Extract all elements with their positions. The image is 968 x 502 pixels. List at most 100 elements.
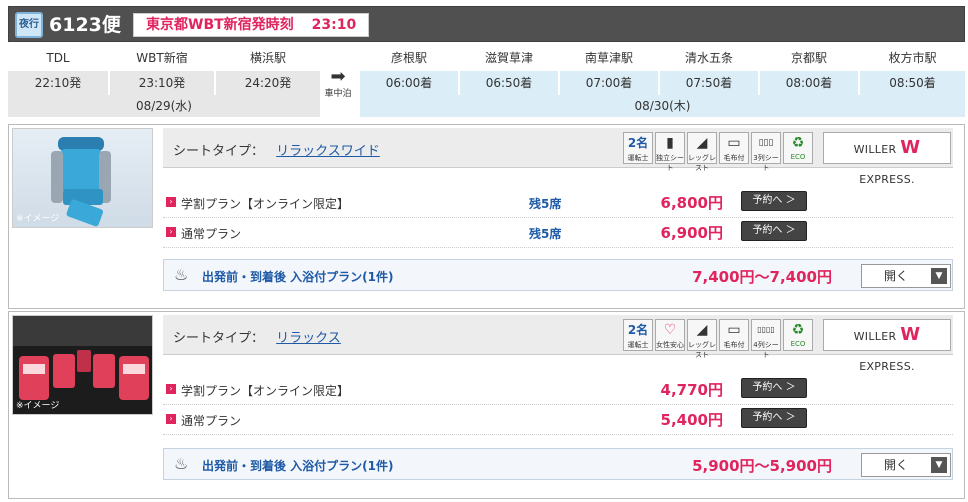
driver-2-icon: 2名 運転士 xyxy=(623,132,653,164)
stop-dep-3: 横浜駅 24:20発 xyxy=(216,46,320,95)
stop-arr-3: 南草津駅 07:00着 xyxy=(560,46,658,95)
stop-name: TDL xyxy=(46,51,70,65)
stop-name: 京都駅 xyxy=(790,51,827,65)
stop-dep-1: TDL 22:10発 xyxy=(8,46,108,95)
plan-row: › 学割プラン【オンライン限定】 4,770円 予約へ ＞ xyxy=(163,375,953,405)
plan-row: › 通常プラン 5,400円 予約へ ＞ xyxy=(163,405,953,435)
bath-plan-title: 出発前・到着後 入浴付プラン(1件) xyxy=(202,270,394,284)
seat-type-bar: シートタイプ： リラックス 2名 運転士 ♡ 女性安心 ◢ レッグレスト ▭ 毛布付 ▯… xyxy=(163,315,953,373)
stop-arr-5: 京都駅 08:00着 xyxy=(760,46,858,95)
leg-rest-icon: ◢ レッグレスト xyxy=(687,132,717,172)
page: 夜行 6123便 東京都WBT新宿発時刻 23:10 TDL 22:10発 WBT… xyxy=(0,0,968,502)
overnight-label: 車中泊 xyxy=(324,89,352,99)
stop-time: 07:50着 xyxy=(660,71,758,95)
plan-name: 学割プラン【オンライン限定】 xyxy=(181,384,350,398)
seat-photo: ※イメージ xyxy=(12,128,153,228)
plan-price: 5,400円 xyxy=(660,411,723,429)
stop-name: 枚方市駅 xyxy=(888,51,937,65)
stop-time: 22:10発 xyxy=(8,71,108,95)
plan-price: 4,770円 xyxy=(660,381,723,399)
willer-express-logo: WILLER W EXPRESS. xyxy=(823,132,951,186)
stop-time: 06:00着 xyxy=(360,71,458,95)
seat-type-link[interactable]: リラックスワイド xyxy=(276,144,380,159)
stop-time: 24:20発 xyxy=(216,71,320,95)
chevron-right-icon: › xyxy=(166,227,176,237)
stop-arr-6: 枚方市駅 08:50着 xyxy=(860,46,965,95)
open-dropdown[interactable]: 開く ▼ xyxy=(861,453,951,477)
bath-plan-bar: ♨ 出発前・到着後 入浴付プラン(1件) 7,400円～7,400円 開く ▼ xyxy=(163,259,953,291)
flight-header: 夜行 6123便 東京都WBT新宿発時刻 23:10 xyxy=(8,6,965,42)
stop-time: 08:00着 xyxy=(760,71,858,95)
route-label: 東京都WBT新宿発時刻 xyxy=(146,17,294,33)
blanket-icon: ▭ 毛布付 xyxy=(719,319,749,351)
night-bus-badge: 夜行 xyxy=(15,12,43,38)
route-departure-box: 東京都WBT新宿発時刻 23:10 xyxy=(133,13,370,37)
arrow-right-icon: ➡ xyxy=(330,66,346,87)
driver-2-icon: 2名 運転士 xyxy=(623,319,653,351)
stop-time: 08:50着 xyxy=(860,71,965,95)
stop-name: 横浜駅 xyxy=(249,51,286,65)
stop-time: 06:50着 xyxy=(460,71,558,95)
stop-name: WBT新宿 xyxy=(136,51,188,65)
seat-type-prefix: シートタイプ： xyxy=(173,144,265,159)
stop-name: 南草津駅 xyxy=(584,51,633,65)
seat-section-relax-wide: ※イメージ シートタイプ： リラックスワイド 2名 運転士 ▮ 独立シート ◢ レッグ… xyxy=(8,124,965,309)
flight-number: 6123便 xyxy=(49,14,121,36)
image-caption: ※イメージ xyxy=(16,214,60,224)
eco-icon: ♻ ECO xyxy=(783,132,813,164)
bath-plan-title: 出発前・到着後 入浴付プラン(1件) xyxy=(202,459,394,473)
willer-express-logo: WILLER W EXPRESS. xyxy=(823,319,951,373)
seat-section-relax: ※イメージ シートタイプ： リラックス 2名 運転士 ♡ 女性安心 ◢ レッグレスト … xyxy=(8,311,965,499)
arrival-date: 08/30(木) xyxy=(360,95,965,117)
hot-spring-icon: ♨ xyxy=(174,454,189,473)
stop-name: 清水五条 xyxy=(684,51,733,65)
open-dropdown[interactable]: 開く ▼ xyxy=(861,264,951,288)
seat-photo: ※イメージ xyxy=(12,315,153,415)
stop-arr-1: 彦根駅 06:00着 xyxy=(360,46,458,95)
3-row-seat-icon: ▯▯▯ 3列シート xyxy=(751,132,781,172)
seat-type-prefix: シートタイプ： xyxy=(173,331,265,346)
plan-name: 通常プラン xyxy=(181,414,242,428)
open-label: 開く xyxy=(884,269,909,283)
departure-date: 08/29(水) xyxy=(8,95,320,117)
stop-name: 彦根駅 xyxy=(390,51,427,65)
hot-spring-icon: ♨ xyxy=(174,265,189,284)
plan-name: 通常プラン xyxy=(181,227,242,241)
stop-arr-2: 滋賀草津 06:50着 xyxy=(460,46,558,95)
chevron-down-icon: ▼ xyxy=(931,457,947,473)
departure-time: 23:10 xyxy=(311,17,357,33)
stop-dep-2: WBT新宿 23:10発 xyxy=(110,46,214,95)
eco-icon: ♻ ECO xyxy=(783,319,813,351)
chevron-right-icon: › xyxy=(166,414,176,424)
seats-left: 残5席 xyxy=(529,227,562,241)
plan-price: 6,800円 xyxy=(660,194,723,212)
women-safe-icon: ♡ 女性安心 xyxy=(655,319,685,351)
blanket-icon: ▭ 毛布付 xyxy=(719,132,749,164)
leg-rest-icon: ◢ レッグレスト xyxy=(687,319,717,359)
seat-type-link[interactable]: リラックス xyxy=(276,331,341,346)
stop-timetable: TDL 22:10発 WBT新宿 23:10発 横浜駅 24:20発 08/29… xyxy=(8,46,965,120)
stop-name: 滋賀草津 xyxy=(484,51,533,65)
plan-price: 6,900円 xyxy=(660,224,723,242)
seat-type-label: シートタイプ： リラックス xyxy=(173,327,341,346)
reserve-button[interactable]: 予約へ ＞ xyxy=(741,408,807,428)
private-seat-icon: ▮ 独立シート xyxy=(655,132,685,172)
bath-plan-bar: ♨ 出発前・到着後 入浴付プラン(1件) 5,900円～5,900円 開く ▼ xyxy=(163,448,953,480)
reserve-button[interactable]: 予約へ ＞ xyxy=(741,221,807,241)
plan-row: › 学割プラン【オンライン限定】 残5席 6,800円 予約へ ＞ xyxy=(163,188,953,218)
plan-row: › 通常プラン 残5席 6,900円 予約へ ＞ xyxy=(163,218,953,248)
chevron-right-icon: › xyxy=(166,384,176,394)
bath-plan-price: 7,400円～7,400円 xyxy=(692,268,832,286)
reserve-button[interactable]: 予約へ ＞ xyxy=(741,378,807,398)
image-caption: ※イメージ xyxy=(16,401,60,411)
seat-type-label: シートタイプ： リラックスワイド xyxy=(173,140,380,159)
chevron-right-icon: › xyxy=(166,197,176,207)
seat-type-bar: シートタイプ： リラックスワイド 2名 運転士 ▮ 独立シート ◢ レッグレスト ▭ 毛… xyxy=(163,128,953,186)
seats-left: 残5席 xyxy=(529,197,562,211)
plan-name: 学割プラン【オンライン限定】 xyxy=(181,197,350,211)
overnight-indicator: ➡ 車中泊 xyxy=(322,66,354,100)
chevron-down-icon: ▼ xyxy=(931,268,947,284)
bath-plan-price: 5,900円～5,900円 xyxy=(692,457,832,475)
reserve-button[interactable]: 予約へ ＞ xyxy=(741,191,807,211)
stop-time: 23:10発 xyxy=(110,71,214,95)
